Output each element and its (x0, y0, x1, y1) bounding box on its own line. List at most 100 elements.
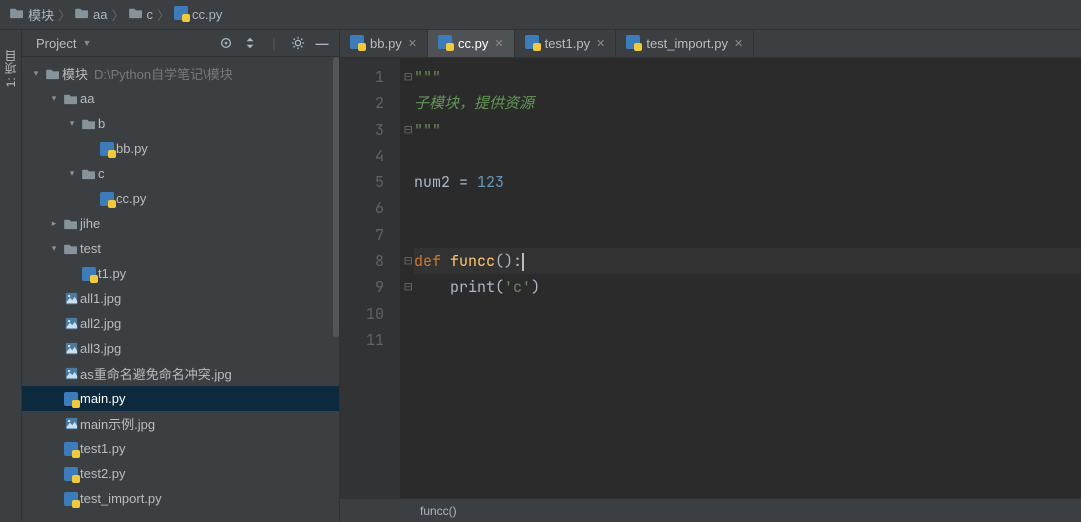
tree-node[interactable]: ▸jihe (22, 211, 339, 236)
tree-label: b (98, 116, 105, 131)
tree-path: D:\Python自学笔记\模块 (94, 64, 233, 83)
code-line[interactable]: num2 = 123 (414, 169, 1081, 195)
code-line[interactable] (414, 195, 1081, 221)
token-comment: 子模块，提供资源 (414, 93, 534, 113)
fold-icon[interactable]: ⊟ (404, 248, 412, 274)
breadcrumb-label: cc.py (192, 7, 222, 22)
code-line[interactable]: ⊟def funcc(): (414, 248, 1081, 274)
fold-icon[interactable]: ⊟ (404, 274, 412, 300)
editor-tab[interactable]: bb.py✕ (340, 30, 428, 57)
tree-label: test2.py (80, 466, 126, 481)
tree-node[interactable]: ▾ 模块 D:\Python自学笔记\模块 (22, 61, 339, 86)
chevron-right-icon: 〉 (58, 5, 71, 24)
breadcrumb-item[interactable]: c (129, 7, 154, 22)
tree-node[interactable]: ·bb.py (22, 136, 339, 161)
chevron-right-icon: 〉 (112, 5, 125, 24)
minimize-icon[interactable]: — (313, 34, 331, 52)
code-line[interactable]: ⊟""" (414, 64, 1081, 90)
code-area[interactable]: 1234567891011 ⊟"""子模块，提供资源⊟"""num2 = 123… (340, 58, 1081, 498)
py-icon (626, 35, 640, 52)
breadcrumb-item[interactable]: 模块 (10, 5, 54, 24)
code-line[interactable]: 子模块，提供资源 (414, 90, 1081, 116)
tree-node[interactable]: ·main示例.jpg (22, 411, 339, 436)
tree-node[interactable]: ·test_import.py (22, 486, 339, 511)
tab-label: test_import.py (646, 36, 728, 51)
chevron-down-icon[interactable]: ▾ (46, 93, 62, 104)
folder-icon (62, 243, 80, 255)
token-kw: def (414, 251, 450, 271)
chevron-down-icon[interactable]: ▾ (46, 243, 62, 254)
project-tree[interactable]: ▾模块D:\Python自学笔记\模块▾aa▾b·bb.py▾c·cc.py▸j… (22, 57, 339, 522)
tree-node[interactable]: ▾c (22, 161, 339, 186)
breadcrumb-item[interactable]: aa (75, 7, 107, 22)
tree-label: all2.jpg (80, 316, 121, 331)
select-opened-icon[interactable] (217, 34, 235, 52)
close-icon[interactable]: ✕ (734, 37, 743, 50)
tree-node[interactable]: ·test2.py (22, 461, 339, 486)
tree-node[interactable]: ▾b (22, 111, 339, 136)
folder-icon (62, 93, 80, 105)
py-icon (350, 35, 364, 52)
line-number: 11 (340, 327, 384, 353)
gutter: 1234567891011 (340, 58, 400, 498)
close-icon[interactable]: ✕ (596, 37, 605, 50)
token-plain: ( (495, 277, 504, 297)
folder-icon (80, 118, 98, 130)
close-icon[interactable]: ✕ (494, 37, 503, 50)
tree-node[interactable]: ·main.py (22, 386, 339, 411)
chevron-down-icon[interactable]: ▾ (64, 118, 80, 129)
token-str: 'c' (504, 277, 531, 297)
fold-icon[interactable]: ⊟ (404, 64, 412, 90)
tree-label: main示例.jpg (80, 414, 155, 433)
gear-icon[interactable] (289, 34, 307, 52)
tree-node[interactable]: ▾aa (22, 86, 339, 111)
scrollbar[interactable] (333, 57, 339, 337)
editor-tab[interactable]: test_import.py ✕ (616, 30, 754, 57)
code-lines[interactable]: ⊟"""子模块，提供资源⊟"""num2 = 123⊟def funcc():⊟… (400, 58, 1081, 498)
code-line[interactable]: ⊟""" (414, 117, 1081, 143)
tab-label: test1.py (545, 36, 591, 51)
code-line[interactable] (414, 327, 1081, 353)
tree-node[interactable]: ▾test (22, 236, 339, 261)
chevron-down-icon[interactable]: ▾ (64, 168, 80, 179)
autoscroll-icon[interactable] (241, 34, 259, 52)
token-plain: = (459, 172, 477, 192)
tree-node[interactable]: ·as重命名避免命名冲突.jpg (22, 361, 339, 386)
tree-node[interactable]: ·all1.jpg (22, 286, 339, 311)
img-icon (62, 417, 80, 430)
line-number: 1 (340, 64, 384, 90)
token-plain: (): (495, 251, 522, 271)
breadcrumb-label: c (147, 7, 154, 22)
token-str: """ (414, 67, 441, 87)
editor-tab[interactable]: cc.py✕ (428, 30, 515, 57)
tree-node[interactable]: ·test1.py (22, 436, 339, 461)
status-text: funcc() (420, 504, 457, 518)
fold-icon[interactable]: ⊟ (404, 117, 412, 143)
close-icon[interactable]: ✕ (408, 37, 417, 50)
tree-node[interactable]: ·t1.py (22, 261, 339, 286)
editor-tab[interactable]: test1.py ✕ (515, 30, 617, 57)
code-line[interactable]: ⊟ print('c') (414, 274, 1081, 300)
img-icon (62, 292, 80, 305)
code-line[interactable] (414, 143, 1081, 169)
chevron-down-icon[interactable]: ▾ (28, 68, 44, 79)
py-icon (438, 35, 452, 52)
line-number: 2 (340, 90, 384, 116)
breadcrumb-item[interactable]: cc.py (174, 6, 222, 23)
tree-label: c (98, 166, 105, 181)
chevron-down-icon[interactable]: ▼ (82, 38, 91, 48)
folder-icon (10, 7, 24, 22)
tree-label: 模块 (62, 64, 88, 83)
code-line[interactable] (414, 301, 1081, 327)
tree-node[interactable]: ·all3.jpg (22, 336, 339, 361)
line-number: 3 (340, 117, 384, 143)
token-fn: funcc (450, 251, 495, 271)
tree-node[interactable]: ·cc.py (22, 186, 339, 211)
code-line[interactable] (414, 222, 1081, 248)
sidebar-collapsed-tab[interactable]: 1: 项目 (0, 30, 22, 522)
tree-label: test1.py (80, 441, 126, 456)
line-number: 9 (340, 274, 384, 300)
status-bar: funcc() (340, 498, 1081, 522)
chevron-right-icon[interactable]: ▸ (46, 218, 62, 229)
tree-node[interactable]: ·all2.jpg (22, 311, 339, 336)
